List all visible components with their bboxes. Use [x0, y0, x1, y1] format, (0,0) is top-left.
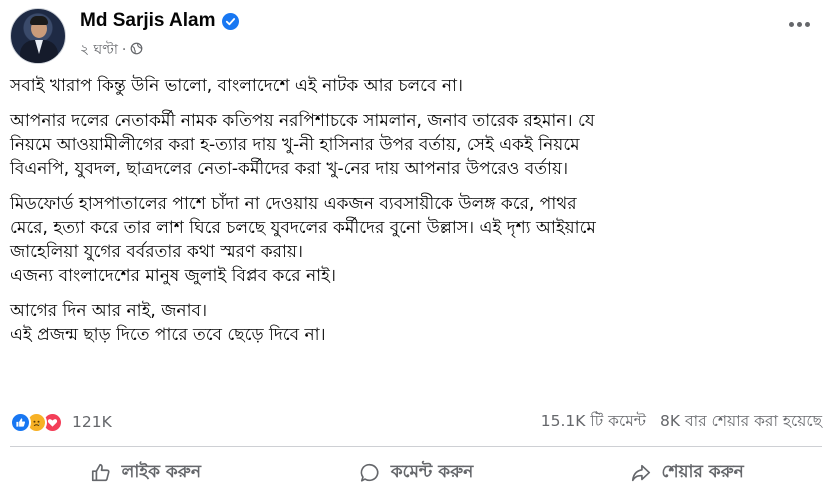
- more-options-icon[interactable]: [789, 22, 810, 27]
- comment-count[interactable]: 15.1K টি কমেন্ট: [541, 409, 646, 435]
- engagement-counts: 15.1K টি কমেন্ট 8K বার শেয়ার করা হয়েছে: [541, 409, 822, 435]
- post-stats: 121K 15.1K টি কমেন্ট 8K বার শেয়ার করা হ…: [10, 405, 822, 439]
- post-time[interactable]: ২ ঘণ্টা: [80, 38, 118, 62]
- divider: [10, 446, 822, 447]
- avatar[interactable]: [10, 8, 66, 64]
- post-header: Md Sarjis Alam ২ ঘণ্টা ·: [0, 0, 830, 70]
- comment-button-label: কমেন্ট করুন: [390, 462, 474, 482]
- post-paragraph: আগের দিন আর নাই, জনাব। এই প্রজন্ম ছাড় দ…: [10, 301, 326, 345]
- author-row: Md Sarjis Alam: [80, 10, 239, 32]
- post-paragraph: সবাই খারাপ কিন্তু উনি ভালো, বাংলাদেশে এই…: [10, 76, 464, 96]
- meta-separator: ·: [121, 42, 127, 58]
- author-name[interactable]: Md Sarjis Alam: [80, 10, 216, 32]
- post-paragraph: মিডফোর্ড হাসপাতালের পাশে চাঁদা না দেওয়া…: [10, 194, 596, 286]
- post-body: সবাই খারাপ কিন্তু উনি ভালো, বাংলাদেশে এই…: [10, 74, 822, 358]
- reaction-summary[interactable]: 121K: [10, 411, 112, 433]
- post-meta: ২ ঘণ্টা ·: [80, 38, 143, 62]
- share-button[interactable]: শেয়ার করুন: [551, 452, 822, 494]
- verified-badge-icon: [221, 12, 239, 30]
- comment-button[interactable]: কমেন্ট করুন: [281, 452, 552, 494]
- reaction-count: 121K: [72, 413, 112, 431]
- share-button-label: শেয়ার করুন: [661, 462, 744, 482]
- like-button-label: লাইক করুন: [121, 462, 201, 482]
- like-reaction-icon: [10, 411, 31, 433]
- comment-bubble-icon: [360, 463, 379, 482]
- action-bar: লাইক করুন কমেন্ট করুন শেয়ার করুন: [10, 452, 822, 494]
- post-paragraph: আপনার দলের নেতাকর্মী নামক কতিপয় নরপিশাচ…: [10, 111, 595, 179]
- share-count[interactable]: 8K বার শেয়ার করা হয়েছে: [660, 409, 822, 435]
- globe-icon[interactable]: [130, 42, 143, 59]
- like-button[interactable]: লাইক করুন: [10, 452, 281, 494]
- thumbs-up-icon: [91, 463, 110, 482]
- share-arrow-icon: [631, 464, 650, 482]
